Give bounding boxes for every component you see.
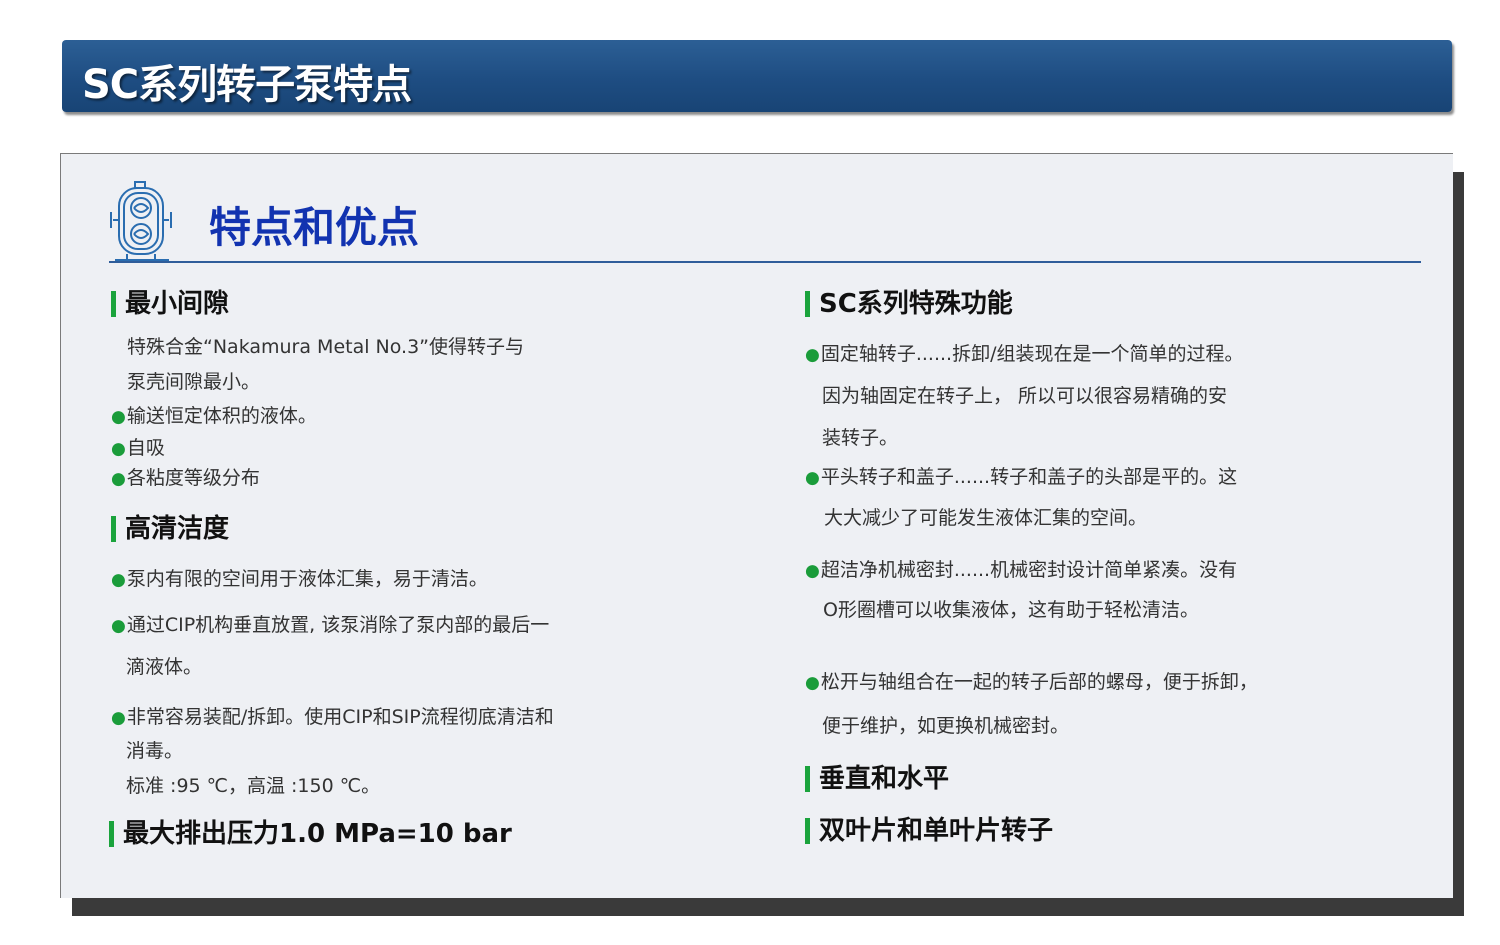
heading-high-cleanliness: 高清洁度 (111, 516, 229, 542)
bullet-dot: ● (805, 468, 820, 488)
bullet-dot: ● (111, 570, 126, 590)
text-line: 标准 :95 ℃，高温 :150 ℃。 (126, 775, 381, 797)
bullet-item: ●固定轴转子......拆卸/组装现在是一个简单的过程。 (805, 339, 1243, 366)
bullet-item: ●非常容易装配/拆卸。使用CIP和SIP流程彻底清洁和 (111, 702, 554, 729)
bullet-text: 非常容易装配/拆卸。使用CIP和SIP流程彻底清洁和 (126, 706, 554, 728)
bullet-text: 固定轴转子......拆卸/组装现在是一个简单的过程。 (820, 343, 1244, 365)
bullet-dot: ● (805, 561, 820, 581)
heading-special-features: SC系列特殊功能 (805, 291, 1013, 317)
text-line: 装转子。 (822, 427, 899, 449)
heading-max-pressure: 最大排出压力1.0 MPa=10 bar (109, 821, 512, 847)
text-line: 因为轴固定在转子上， 所以可以很容易精确的安 (822, 385, 1228, 407)
bullet-dot: ● (111, 708, 126, 728)
bullet-text: 各粘度等级分布 (126, 467, 260, 489)
heading-min-clearance: 最小间隙 (111, 291, 229, 317)
text-line: 泵壳间隙最小。 (127, 371, 261, 393)
text-line: 便于维护，如更换机械密封。 (822, 715, 1070, 737)
heading-vertical-horizontal: 垂直和水平 (805, 766, 949, 792)
bullet-item: ●平头转子和盖子......转子和盖子的头部是平的。这 (805, 462, 1237, 489)
bullet-dot: ● (111, 616, 126, 636)
bullet-item: ●输送恒定体积的液体。 (111, 401, 317, 428)
bullet-item: ●松开与轴组合在一起的转子后部的螺母，便于拆卸， (805, 667, 1258, 694)
bullet-item: ●泵内有限的空间用于液体汇集，易于清洁。 (111, 564, 488, 591)
content-card: 特点和优点 最小间隙 特殊合金“Nakamura Metal No.3”使得转子… (60, 153, 1453, 898)
bullet-dot: ● (805, 673, 820, 693)
text-line: 特殊合金“Nakamura Metal No.3”使得转子与 (127, 336, 525, 358)
bullet-dot: ● (805, 345, 820, 365)
heading-rotor-types: 双叶片和单叶片转子 (805, 818, 1053, 844)
banner-title: SC系列转子泵特点 (82, 62, 412, 108)
bullet-text: 松开与轴组合在一起的转子后部的螺母，便于拆卸， (820, 671, 1258, 693)
bullet-dot: ● (111, 439, 126, 459)
lobe-pump-icon (110, 181, 172, 261)
header-banner: SC系列转子泵特点 (62, 40, 1452, 112)
bullet-item: ●自吸 (111, 433, 165, 460)
bullet-dot: ● (111, 407, 126, 427)
bullet-text: 泵内有限的空间用于液体汇集，易于清洁。 (126, 568, 488, 590)
text-line: 滴液体。 (126, 656, 203, 678)
bullet-item: ●通过CIP机构垂直放置, 该泵消除了泵内部的最后一 (111, 610, 549, 637)
bullet-dot: ● (111, 469, 126, 489)
bullet-text: 平头转子和盖子......转子和盖子的头部是平的。这 (820, 466, 1238, 488)
bullet-text: 自吸 (126, 437, 165, 459)
section-title: 特点和优点 (209, 203, 420, 252)
bullet-text: 输送恒定体积的液体。 (126, 405, 317, 427)
text-line: O形圈槽可以收集液体，这有助于轻松清洁。 (823, 599, 1199, 621)
section-divider (109, 261, 1421, 263)
bullet-item: ●各粘度等级分布 (111, 463, 260, 490)
text-line: 大大减少了可能发生液体汇集的空间。 (824, 507, 1148, 529)
bullet-item: ●超洁净机械密封......机械密封设计简单紧凑。没有 (805, 555, 1237, 582)
bullet-text: 超洁净机械密封......机械密封设计简单紧凑。没有 (820, 559, 1238, 581)
bullet-text: 通过CIP机构垂直放置, 该泵消除了泵内部的最后一 (126, 614, 550, 636)
text-line: 消毒。 (126, 740, 184, 762)
